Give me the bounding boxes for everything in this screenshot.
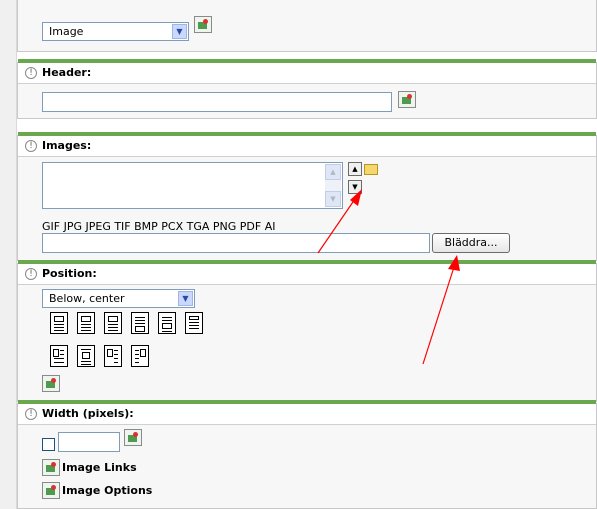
layout-above-left-icon[interactable] bbox=[50, 312, 68, 334]
info-icon: ! bbox=[25, 140, 37, 152]
width-checkbox[interactable] bbox=[42, 438, 55, 451]
folder-icon[interactable] bbox=[364, 164, 378, 175]
width-title: Width (pixels): bbox=[42, 407, 134, 420]
image-links-label[interactable]: Image Links bbox=[62, 461, 137, 474]
image-icon[interactable] bbox=[42, 459, 60, 476]
info-icon: ! bbox=[25, 408, 37, 420]
position-title: Position: bbox=[42, 267, 97, 280]
header-title: Header: bbox=[42, 66, 92, 79]
position-select-value: Below, center bbox=[49, 292, 125, 305]
images-list-scrollbar[interactable]: ▲ ▼ bbox=[325, 164, 341, 207]
image-icon[interactable] bbox=[194, 16, 212, 33]
images-list[interactable]: ▲ ▼ bbox=[42, 162, 343, 209]
header-panel-head: ! Header: bbox=[18, 63, 596, 84]
image-icon[interactable] bbox=[124, 429, 142, 446]
type-select-value: Image bbox=[49, 25, 84, 38]
type-panel: Image ▼ bbox=[17, 0, 597, 52]
layout-above-right-icon[interactable] bbox=[104, 312, 122, 334]
header-input[interactable] bbox=[42, 92, 392, 112]
layout-below-center-icon[interactable] bbox=[158, 312, 176, 334]
images-panel-head: ! Images: bbox=[18, 136, 596, 157]
width-input[interactable] bbox=[58, 432, 120, 452]
layout-above-center-icon[interactable] bbox=[77, 312, 95, 334]
layout-center-wrap-icon[interactable] bbox=[77, 345, 95, 367]
scroll-down-icon[interactable]: ▼ bbox=[325, 191, 341, 207]
images-panel: ! Images: ▲ ▼ ▲ ▼ GIF JPG JPEG TIF BMP P… bbox=[17, 132, 597, 261]
type-select[interactable]: Image ▼ bbox=[42, 22, 189, 41]
layout-left-wrap-icon[interactable] bbox=[50, 345, 68, 367]
header-panel: ! Header: bbox=[17, 59, 597, 119]
width-panel: ! Width (pixels): Image Links Image Opti… bbox=[17, 400, 597, 509]
left-margin bbox=[0, 0, 17, 509]
image-icon[interactable] bbox=[42, 482, 60, 499]
position-select[interactable]: Below, center ▼ bbox=[42, 289, 195, 308]
browse-button[interactable]: Bläddra... bbox=[432, 233, 510, 253]
position-panel-head: ! Position: bbox=[18, 264, 596, 285]
info-icon: ! bbox=[25, 268, 37, 280]
image-icon[interactable] bbox=[398, 91, 416, 108]
move-down-button[interactable]: ▼ bbox=[348, 180, 362, 194]
position-panel: ! Position: Below, center ▼ bbox=[17, 260, 597, 402]
chevron-down-icon: ▼ bbox=[178, 291, 193, 306]
layout-below-left-icon[interactable] bbox=[131, 312, 149, 334]
image-options-label[interactable]: Image Options bbox=[62, 484, 152, 497]
layout-below-right-icon[interactable] bbox=[185, 312, 203, 334]
image-icon[interactable] bbox=[42, 375, 60, 392]
image-formats-text: GIF JPG JPEG TIF BMP PCX TGA PNG PDF AI bbox=[42, 220, 276, 233]
images-title: Images: bbox=[42, 139, 92, 152]
info-icon: ! bbox=[25, 67, 37, 79]
scroll-up-icon[interactable]: ▲ bbox=[325, 164, 341, 180]
move-up-button[interactable]: ▲ bbox=[348, 162, 362, 176]
chevron-down-icon: ▼ bbox=[172, 24, 187, 39]
layout-left-column-icon[interactable] bbox=[104, 345, 122, 367]
image-file-input[interactable] bbox=[42, 233, 430, 253]
width-panel-head: ! Width (pixels): bbox=[18, 404, 596, 425]
layout-right-column-icon[interactable] bbox=[131, 345, 149, 367]
